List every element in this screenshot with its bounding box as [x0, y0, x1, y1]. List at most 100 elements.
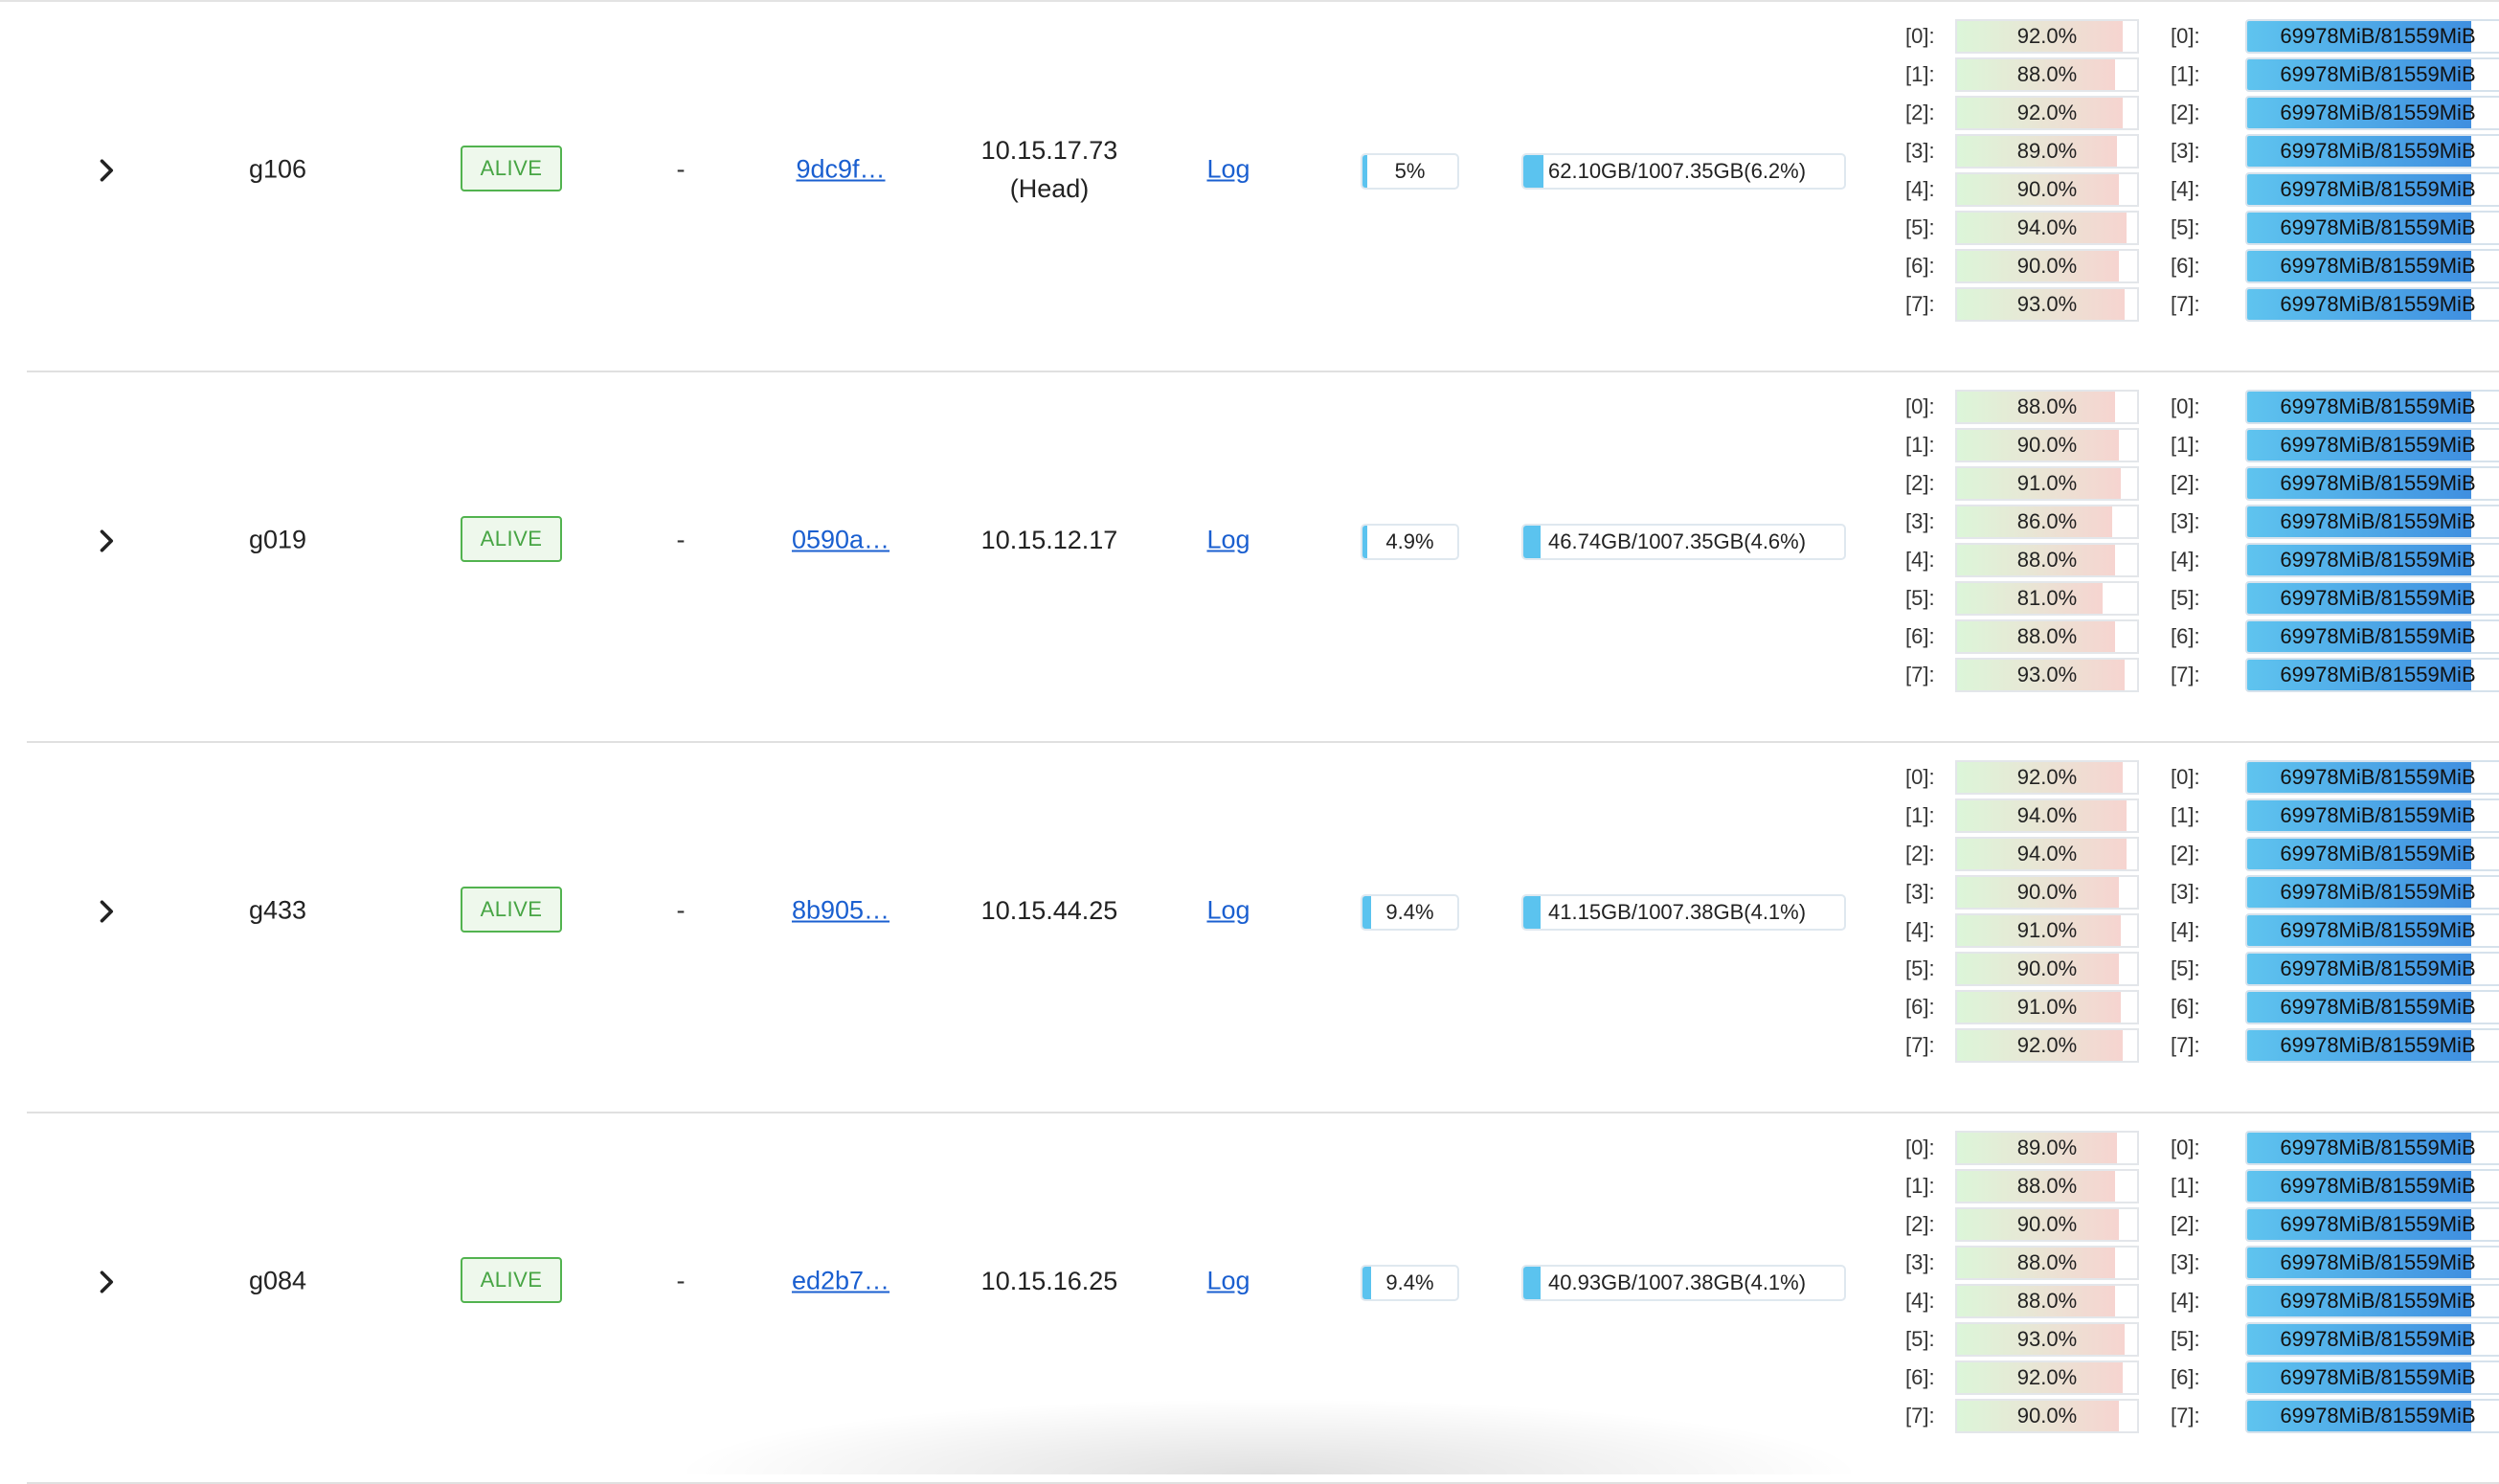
gram-usage-item: [4]: 69978MiB/81559MiB — [2171, 911, 2499, 950]
gram-usage-bar: 69978MiB/81559MiB — [2245, 658, 2499, 692]
gpu-usage-value: 94.0% — [2016, 803, 2078, 827]
gpu-usage-item: [3]: 86.0% — [1880, 503, 2141, 541]
expand-row-button[interactable] — [89, 153, 124, 188]
expand-row-button[interactable] — [89, 524, 124, 558]
gram-usage-value: 69978MiB/81559MiB — [2280, 509, 2476, 533]
gpu-usage-item: [1]: 88.0% — [1880, 56, 2141, 94]
hostname: g433 — [248, 895, 307, 925]
gpu-usage-value: 92.0% — [2016, 24, 2078, 48]
gpu-index: [0]: — [1905, 765, 1935, 789]
ip-text: 10.15.44.25 — [980, 896, 1118, 925]
gram-usage-value: 69978MiB/81559MiB — [2280, 918, 2476, 942]
gpu-usage-bar: 90.0% — [1955, 172, 2139, 207]
gram-index: [5]: — [2171, 586, 2200, 610]
gpu-usage-value: 88.0% — [2016, 548, 2078, 572]
gram-usage-bar: 69978MiB/81559MiB — [2245, 1399, 2499, 1433]
gram-usage-value: 69978MiB/81559MiB — [2280, 24, 2476, 48]
gram-usage-item: [7]: 69978MiB/81559MiB — [2171, 1397, 2499, 1435]
gram-usage-value: 69978MiB/81559MiB — [2280, 1174, 2476, 1198]
empty-value: - — [676, 1266, 686, 1295]
ip-text: 10.15.12.17 — [980, 526, 1118, 554]
gram-usage-bar: 69978MiB/81559MiB — [2245, 1207, 2499, 1242]
gram-usage-list: [0]: 69978MiB/81559MiB [1]: 69978MiB/815… — [2171, 17, 2499, 324]
gram-usage-bar: 69978MiB/81559MiB — [2245, 1360, 2499, 1395]
gpu-usage-item: [5]: 94.0% — [1880, 209, 2141, 247]
log-link[interactable]: Log — [1206, 155, 1250, 185]
gram-usage-item: [6]: 69978MiB/81559MiB — [2171, 988, 2499, 1026]
gram-usage-bar: 69978MiB/81559MiB — [2245, 172, 2499, 207]
gpu-usage-value: 93.0% — [2016, 663, 2078, 686]
gram-usage-value: 69978MiB/81559MiB — [2280, 586, 2476, 610]
gram-usage-value: 69978MiB/81559MiB — [2280, 880, 2476, 904]
gram-index: [5]: — [2171, 1327, 2200, 1351]
gpu-usage-bar: 93.0% — [1955, 1322, 2139, 1357]
gram-usage-bar: 69978MiB/81559MiB — [2245, 760, 2499, 795]
gram-usage-bar: 69978MiB/81559MiB — [2245, 287, 2499, 322]
node-id-link[interactable]: 0590a… — [792, 526, 889, 555]
expand-row-button[interactable] — [89, 894, 124, 929]
chevron-right-icon — [100, 1270, 114, 1293]
gpu-usage-bar: 94.0% — [1955, 211, 2139, 245]
gpu-index: [0]: — [1905, 1135, 1935, 1159]
gpu-usage-bar: 90.0% — [1955, 875, 2139, 910]
gram-index: [0]: — [2171, 765, 2200, 789]
gram-usage-item: [3]: 69978MiB/81559MiB — [2171, 132, 2499, 170]
gpu-index: [5]: — [1905, 956, 1935, 980]
ip-text: 10.15.17.73 — [980, 136, 1118, 165]
node-row: g433 ALIVE - 8b905… 10.15.44.25 Log 9.4%… — [27, 743, 2499, 1113]
gram-usage-list: [0]: 69978MiB/81559MiB [1]: 69978MiB/815… — [2171, 1129, 2499, 1435]
gpu-usage-bar: 88.0% — [1955, 57, 2139, 92]
expand-row-button[interactable] — [89, 1265, 124, 1299]
gram-usage-item: [5]: 69978MiB/81559MiB — [2171, 579, 2499, 618]
gpu-usage-bar: 88.0% — [1955, 543, 2139, 577]
gram-usage-bar: 69978MiB/81559MiB — [2245, 837, 2499, 871]
gram-usage-item: [7]: 69978MiB/81559MiB — [2171, 1026, 2499, 1065]
gpu-usage-item: [6]: 88.0% — [1880, 618, 2141, 656]
gpu-usage-value: 90.0% — [2016, 1212, 2078, 1236]
gpu-usage-bar: 86.0% — [1955, 505, 2139, 539]
gpu-usage-item: [6]: 90.0% — [1880, 247, 2141, 285]
log-link[interactable]: Log — [1206, 526, 1250, 555]
gpu-index: [7]: — [1905, 1404, 1935, 1428]
gpu-usage-bar: 89.0% — [1955, 1131, 2139, 1165]
gram-usage-item: [2]: 69978MiB/81559MiB — [2171, 1205, 2499, 1244]
gpu-usage-bar: 91.0% — [1955, 466, 2139, 501]
gram-index: [1]: — [2171, 62, 2200, 86]
gram-usage-item: [6]: 69978MiB/81559MiB — [2171, 1359, 2499, 1397]
memory-usage-value: 62.10GB/1007.35GB(6.2%) — [1548, 159, 1807, 183]
node-id-link[interactable]: 8b905… — [792, 896, 889, 926]
node-id-link[interactable]: 9dc9f… — [796, 155, 885, 185]
log-link[interactable]: Log — [1206, 1267, 1250, 1296]
gram-index: [4]: — [2171, 177, 2200, 201]
gpu-usage-item: [0]: 89.0% — [1880, 1129, 2141, 1167]
gpu-usage-value: 88.0% — [2016, 624, 2078, 648]
node-id-link[interactable]: ed2b7… — [792, 1267, 889, 1296]
memory-usage-fill — [1523, 526, 1541, 558]
log-link[interactable]: Log — [1206, 896, 1250, 926]
gram-usage-value: 69978MiB/81559MiB — [2280, 62, 2476, 86]
gram-usage-bar: 69978MiB/81559MiB — [2245, 798, 2499, 833]
memory-usage-bar: 41.15GB/1007.38GB(4.1%) — [1521, 894, 1846, 931]
gram-usage-value: 69978MiB/81559MiB — [2280, 139, 2476, 163]
gpu-index: [1]: — [1905, 433, 1935, 457]
gpu-usage-item: [6]: 92.0% — [1880, 1359, 2141, 1397]
gram-usage-value: 69978MiB/81559MiB — [2280, 1212, 2476, 1236]
gram-index: [0]: — [2171, 24, 2200, 48]
gpu-usage-value: 90.0% — [2016, 1404, 2078, 1428]
gpu-usage-value: 88.0% — [2016, 1174, 2078, 1198]
gpu-usage-value: 91.0% — [2016, 995, 2078, 1019]
gpu-usage-list: [0]: 92.0% [1]: 94.0% [2]: 94.0% [3]: 90… — [1880, 758, 2141, 1065]
ip-text: 10.15.16.25 — [980, 1267, 1118, 1295]
gpu-usage-value: 92.0% — [2016, 1033, 2078, 1057]
chevron-right-icon — [100, 529, 114, 552]
gpu-usage-item: [1]: 90.0% — [1880, 426, 2141, 464]
gpu-usage-bar: 90.0% — [1955, 428, 2139, 462]
gpu-usage-bar: 91.0% — [1955, 990, 2139, 1024]
chevron-right-icon — [100, 159, 114, 182]
gram-usage-bar: 69978MiB/81559MiB — [2245, 134, 2499, 169]
gpu-index: [1]: — [1905, 803, 1935, 827]
gram-usage-bar: 69978MiB/81559MiB — [2245, 249, 2499, 283]
gpu-usage-item: [7]: 92.0% — [1880, 1026, 2141, 1065]
gpu-usage-bar: 90.0% — [1955, 1207, 2139, 1242]
chevron-right-icon — [100, 900, 114, 923]
